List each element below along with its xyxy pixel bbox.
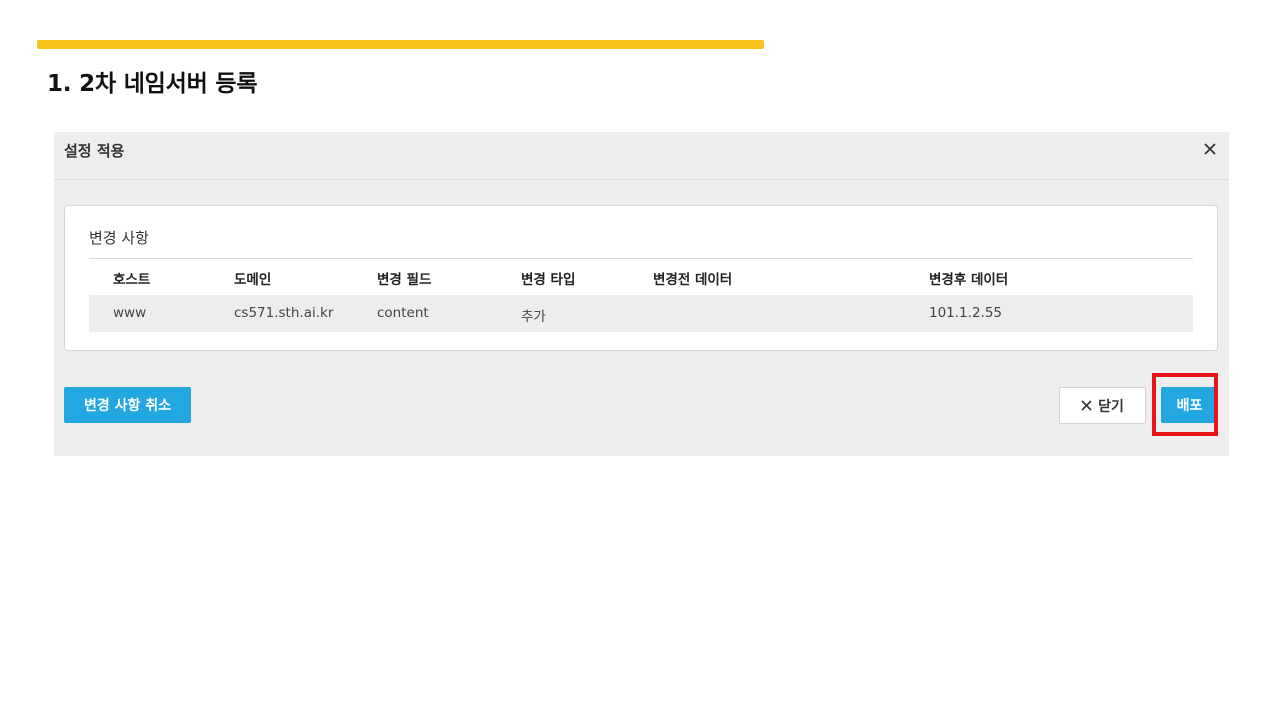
close-icon[interactable] [1201, 140, 1219, 158]
cell-field: content [377, 305, 429, 321]
column-header-host: 호스트 [113, 272, 151, 288]
close-icon [1081, 400, 1092, 411]
column-header-after: 변경후 데이터 [929, 272, 1009, 288]
slide: 1. 2차 네임서버 등록 설정 적용 변경 사항 호스트 도메인 변경 필드 … [0, 0, 1280, 720]
cell-domain: cs571.sth.ai.kr [234, 305, 334, 321]
revert-changes-button[interactable]: 변경 사항 취소 [64, 387, 191, 423]
column-header-before: 변경전 데이터 [653, 272, 733, 288]
slide-title: 1. 2차 네임서버 등록 [47, 71, 258, 97]
cell-host: www [113, 305, 147, 321]
close-button[interactable]: 닫기 [1059, 387, 1146, 424]
changes-panel: 변경 사항 호스트 도메인 변경 필드 변경 타입 변경전 데이터 변경후 데이… [64, 205, 1218, 351]
table-header: 호스트 도메인 변경 필드 변경 타입 변경전 데이터 변경후 데이터 [89, 258, 1193, 295]
dialog-title: 설정 적용 [64, 142, 125, 160]
deploy-button[interactable]: 배포 [1161, 387, 1218, 423]
column-header-domain: 도메인 [234, 272, 272, 288]
apply-settings-dialog: 설정 적용 변경 사항 호스트 도메인 변경 필드 변경 타입 변경전 데이터 … [54, 132, 1229, 456]
dialog-header: 설정 적용 [54, 132, 1229, 180]
table-row: www cs571.sth.ai.kr content 추가 101.1.2.5… [89, 295, 1193, 332]
column-header-type: 변경 타입 [521, 272, 576, 288]
column-header-field: 변경 필드 [377, 272, 432, 288]
cell-after: 101.1.2.55 [929, 305, 1002, 321]
close-button-label: 닫기 [1098, 398, 1124, 415]
changes-title: 변경 사항 [89, 229, 149, 247]
changes-table: 호스트 도메인 변경 필드 변경 타입 변경전 데이터 변경후 데이터 www … [89, 258, 1193, 332]
accent-bar [37, 40, 764, 49]
cell-type: 추가 [521, 309, 546, 325]
